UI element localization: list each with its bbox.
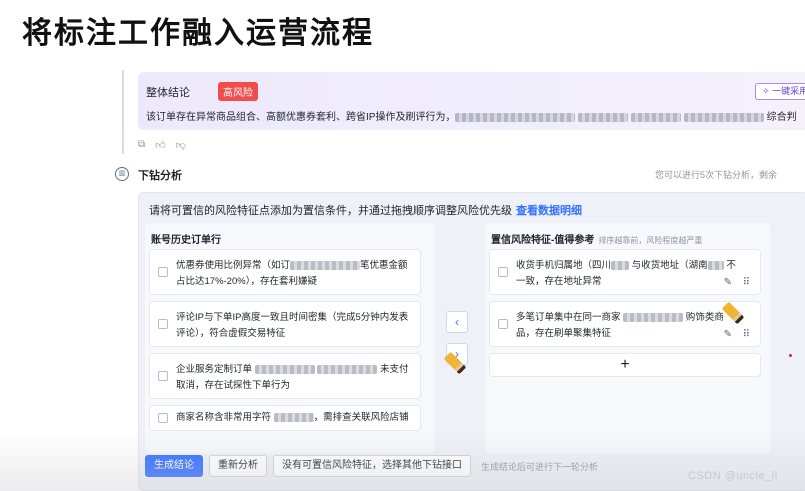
item-checkbox[interactable] — [498, 267, 508, 277]
risk-badge: 高风险 — [218, 82, 258, 101]
instruction: 请将可置信的风险特征点添加为置信条件，并通过拖拽顺序调整风险优先级 查看数据明细 — [149, 202, 582, 218]
item-checkbox[interactable] — [158, 267, 168, 277]
list-item[interactable]: 收货手机归属地（四川 与收货地址（湖南 不一致，存在地址异常 ✎ ⠿ — [489, 249, 761, 295]
magic-icon: ✧ — [762, 86, 770, 96]
item-text: 多笔订单集中在同一商家 购饰类商品，存在刷单聚集特征 — [516, 312, 724, 339]
chart-icon: ▥ — [115, 167, 129, 181]
redacted-text — [623, 312, 684, 322]
redacted-text — [273, 412, 314, 422]
watermark: CSDN @uncle_ll — [688, 470, 778, 482]
confident-panel-subtitle: 排序越靠前，风险程度越严重 — [598, 236, 703, 245]
no-feature-button[interactable]: 没有可置信风险特征，选择其他下钻接口 — [273, 455, 471, 477]
drag-handle-icon[interactable]: ⠿ — [743, 277, 750, 288]
list-item[interactable]: 企业服务定制订单 未支付取消，存在试探性下单行为 — [149, 353, 421, 399]
app-frame: 整体结论 高风险 ✧ 一键采用 该订单存在异常商品组合、高额优惠券套利、跨省IP… — [110, 70, 805, 491]
confident-panel-title: 置信风险特征-值得参考 排序越靠前，风险程度越严重 — [491, 235, 703, 246]
redacted-text — [631, 112, 682, 122]
move-left-button[interactable]: ‹ — [446, 311, 468, 333]
item-checkbox[interactable] — [158, 371, 168, 381]
view-data-link[interactable]: 查看数据明细 — [516, 205, 582, 217]
conclusion-text: 该订单存在异常商品组合、高额优惠券套利、跨省IP操作及刷评行为， 综合判定为高风… — [146, 108, 796, 123]
redacted-text — [254, 364, 315, 374]
item-checkbox[interactable] — [158, 413, 168, 423]
redacted-text — [683, 112, 764, 122]
redacted-text — [317, 364, 378, 374]
action-bar: 生成结论 重新分析 没有可置信风险特征，选择其他下钻接口 生成结论后可进行下一轮… — [145, 455, 598, 477]
item-text: 收货手机归属地（四川 与收货地址（湖南 不一致，存在地址异常 — [516, 260, 736, 287]
thumbs-down-icon[interactable]: 👎︎ — [176, 139, 186, 151]
list-item[interactable]: 多笔订单集中在同一商家 购饰类商品，存在刷单聚集特征 ✎ ⠿ — [489, 301, 761, 347]
list-item[interactable]: 商家名称含非常用字符 ，需排查关联风险店铺 — [149, 405, 421, 431]
redacted-text — [455, 112, 576, 122]
redacted-text — [707, 260, 724, 270]
drill-title: 下钻分析 — [138, 170, 182, 182]
generate-conclusion-button[interactable]: 生成结论 — [145, 455, 203, 477]
feedback-bar: ⧉ 👍︎ 👎︎ — [138, 139, 186, 151]
adopt-button[interactable]: ✧ 一键采用 — [755, 83, 805, 100]
item-text: 企业服务定制订单 未支付取消，存在试探性下单行为 — [176, 364, 409, 391]
instruction-text: 请将可置信的风险特征点添加为置信条件，并通过拖拽顺序调整风险优先级 — [149, 205, 512, 217]
thread-line — [122, 70, 124, 154]
drag-handle-icon[interactable]: ⠿ — [743, 329, 750, 340]
list-item[interactable]: 优惠券使用比例异常（如订 笔优惠金额占比达17%-20%），存在套利嫌疑 — [149, 249, 421, 295]
add-feature-button[interactable]: + — [489, 353, 761, 377]
history-panel: 账号历史订单行 优惠券使用比例异常（如订 笔优惠金额占比达17%-20%），存在套… — [145, 223, 435, 453]
item-checkbox[interactable] — [158, 319, 168, 329]
history-panel-title: 账号历史订单行 — [151, 235, 221, 246]
thumbs-up-icon[interactable]: 👍︎ — [155, 139, 165, 151]
item-text: 优惠券使用比例异常（如订 笔优惠金额占比达17%-20%），存在套利嫌疑 — [176, 260, 408, 287]
drill-card: 请将可置信的风险特征点添加为置信条件，并通过拖拽顺序调整风险优先级 查看数据明细 … — [138, 192, 805, 491]
item-text: 评论IP与下单IP高度一致且时间密集（完成5分钟内发表评论），符合虚假交易特征 — [176, 312, 409, 339]
adopt-button-label: 一键采用 — [772, 86, 805, 96]
item-checkbox[interactable] — [498, 319, 508, 329]
conclusion-text-prefix: 该订单存在异常商品组合、高额优惠券套利、跨省IP操作及刷评行为， — [146, 112, 456, 123]
redacted-text — [290, 260, 361, 270]
drill-hint: 您可以进行5次下钻分析，剩余 — [655, 170, 778, 180]
reanalyze-button[interactable]: 重新分析 — [209, 455, 267, 477]
edit-icon[interactable]: ✎ — [724, 277, 732, 288]
item-text: 商家名称含非常用字符 ，需排查关联风险店铺 — [176, 412, 409, 423]
slide-title: 将标注工作融入运营流程 — [22, 16, 374, 51]
redacted-text — [611, 260, 630, 270]
laser-dot — [789, 354, 792, 357]
redacted-text — [578, 112, 629, 122]
conclusion-title: 整体结论 — [146, 87, 190, 99]
conclusion-box: 整体结论 高风险 ✧ 一键采用 该订单存在异常商品组合、高额优惠券套利、跨省IP… — [138, 72, 805, 130]
conclusion-text-suffix: 综合判定为高风险 — [766, 112, 796, 123]
actions-hint: 生成结论后可进行下一轮分析 — [481, 461, 599, 472]
copy-icon[interactable]: ⧉ — [138, 139, 145, 151]
confident-panel: 置信风险特征-值得参考 排序越靠前，风险程度越严重 收货手机归属地（四川 与收货地… — [485, 223, 770, 453]
list-item[interactable]: 评论IP与下单IP高度一致且时间密集（完成5分钟内发表评论），符合虚假交易特征 — [149, 301, 421, 347]
edit-icon[interactable]: ✎ — [724, 329, 732, 340]
